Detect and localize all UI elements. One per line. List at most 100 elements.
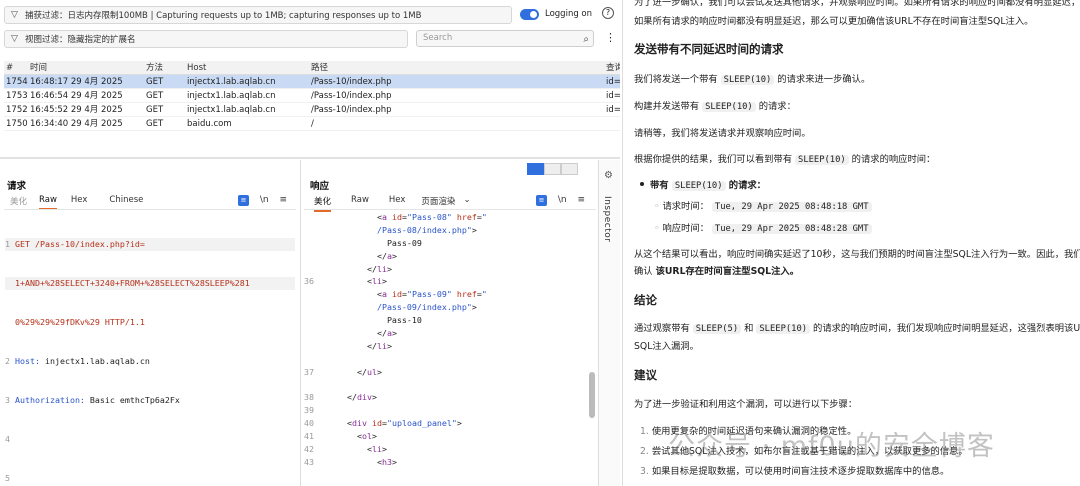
list-item: 3. 如果目标是提取数据，可以使用时间盲注技术逐步提取数据库中的信息。 [640, 466, 950, 477]
row-host: baidu.com [187, 119, 232, 129]
col-host[interactable]: Host [187, 61, 311, 74]
tab-chinese[interactable]: Chinese [109, 195, 153, 210]
row-path: /Pass-10/index.php [311, 77, 392, 87]
row-host: injectx1.lab.aqlab.cn [187, 105, 276, 115]
row-num: 1753 [6, 91, 28, 101]
table-row[interactable]: 1750 16:34:40 29 4月 2025 GET baidu.com / [4, 117, 620, 131]
line-number [301, 263, 327, 276]
paragraph: 从这个结果可以看出，响应时间确实延迟了10秒，这与我们预期的时间盲注型SQL注入… [634, 249, 1080, 260]
article-top-line-2: 如果所有请求的响应时间都没有明显延迟，那么可以更加确信该URL不存在时间盲注型S… [634, 16, 1034, 27]
line-number: 37 [304, 366, 314, 377]
menu-icon[interactable]: ≡ [578, 195, 586, 205]
capture-filter-bar[interactable]: ▽ 捕获过滤：日志内存限制100MB | Capturing requests … [4, 6, 512, 24]
section-heading: 发送带有不同延迟时间的请求 [634, 42, 784, 56]
search-icon: ⌕ [583, 34, 589, 45]
view-filter-bar[interactable]: ▽ 视图过滤：隐藏指定的扩展名 [4, 30, 408, 48]
line-number [301, 379, 327, 392]
filter-icon: ▽ [11, 34, 18, 44]
splitter[interactable] [0, 157, 620, 159]
request-toolbar: ≡ \n ≡ [238, 195, 287, 206]
code-inline: Tue, 29 Apr 2025 08:48:18 GMT [711, 202, 872, 212]
line-number: 43 [304, 456, 314, 467]
line-number: 39 [304, 405, 314, 416]
filter-icon: ▽ [11, 10, 18, 20]
response-editor[interactable]: <a id="Pass-08" href=" /Pass-08/index.ph… [301, 211, 597, 486]
row-path: /Pass-10/index.php [311, 105, 392, 115]
request-line-1: GET /Pass-10/index.php?id= [15, 239, 145, 249]
newline-icon[interactable]: \n [260, 195, 269, 205]
row-num: 1754 [6, 77, 28, 87]
table-row[interactable]: 1752 16:45:52 29 4月 2025 GET injectx1.la… [4, 103, 620, 117]
request-line-1b: 1+AND+%28SELECT+3240+FROM+%28SELECT%28SL… [15, 278, 250, 288]
header-host-value: injectx1.lab.aqlab.cn [39, 356, 150, 366]
wrap-icon[interactable]: ≡ [238, 195, 249, 206]
line-number [301, 314, 327, 327]
menu-icon[interactable]: ≡ [280, 195, 288, 205]
tab-hex[interactable]: Hex [71, 195, 110, 210]
search-input[interactable]: Search ⌕ [416, 30, 594, 47]
line-number: 40 [304, 418, 314, 429]
tab-underline-line [304, 209, 596, 210]
col-query[interactable]: 查询 [606, 61, 620, 74]
row-num: 1750 [6, 119, 28, 129]
tab-pretty[interactable]: 美化 [10, 195, 27, 210]
row-path: / [311, 119, 314, 129]
view-filter-text: 视图过滤：隐藏指定的扩展名 [25, 35, 136, 45]
response-toolbar: ≡ \n ≡ [536, 195, 585, 206]
row-time: 16:34:40 29 4月 2025 [30, 119, 123, 129]
history-table: # 时间 方法 Host 路径 查询 1754 16:48:17 29 4月 2… [4, 61, 620, 131]
paragraph: 请稍等，我们将发送请求并观察响应时间。 [634, 128, 811, 139]
header-auth-key: Authorization: [15, 395, 85, 405]
logging-toggle[interactable] [520, 9, 539, 20]
help-icon[interactable]: ? [602, 7, 614, 19]
paragraph: 通过观察带有 SLEEP(5) 和 SLEEP(10) 的请求的响应时间，我们发… [634, 323, 1080, 334]
layout-split-icon[interactable] [527, 163, 544, 175]
list-item: ◦ 响应时间： Tue, 29 Apr 2025 08:48:28 GMT [654, 220, 872, 234]
line-number [301, 327, 327, 340]
request-title: 请求 [7, 181, 27, 192]
line-number [301, 340, 327, 353]
tab-raw[interactable]: Raw [39, 195, 57, 210]
layout-horizontal-icon[interactable] [544, 163, 561, 175]
code-inline: SLEEP(5) [692, 324, 742, 334]
layout-toggle[interactable] [527, 163, 578, 175]
row-num: 1752 [6, 105, 28, 115]
request-editor[interactable]: 1 GET /Pass-10/index.php?id= 1+AND+%28SE… [5, 212, 295, 486]
paragraph: 根据你提供的结果，我们可以看到带有 SLEEP(10) 的请求的响应时间： [634, 154, 936, 165]
line-number [301, 250, 327, 263]
more-options-icon[interactable]: ⋮ [605, 31, 616, 44]
row-query: id= [606, 77, 620, 87]
paragraph: 我们将发送一个带有 SLEEP(10) 的请求来进一步确认。 [634, 74, 871, 85]
section-heading: 建议 [634, 368, 657, 382]
table-header: # 时间 方法 Host 路径 查询 [4, 61, 620, 75]
newline-icon[interactable]: \n [558, 195, 567, 205]
table-row[interactable]: 1753 16:46:54 29 4月 2025 GET injectx1.la… [4, 89, 620, 103]
capture-filter-text: 捕获过滤：日志内存限制100MB | Capturing requests up… [25, 11, 422, 21]
inspector-tab[interactable]: Inspector [602, 196, 612, 242]
search-placeholder: Search [423, 33, 453, 43]
inspector-settings-icon[interactable]: ⚙ [604, 170, 613, 181]
line-number: 38 [304, 392, 314, 403]
code-inline: Tue, 29 Apr 2025 08:48:28 GMT [711, 224, 872, 234]
row-time: 16:45:52 29 4月 2025 [30, 105, 123, 115]
request-tabs: 美化 Raw Hex Chinese [10, 195, 153, 210]
layout-vertical-icon[interactable] [561, 163, 578, 175]
row-method: GET [146, 91, 164, 101]
paragraph: SQL注入漏洞。 [634, 341, 699, 352]
col-method[interactable]: 方法 [146, 61, 187, 74]
tab-underline-line [4, 209, 296, 210]
col-num[interactable]: # [4, 61, 30, 74]
col-time[interactable]: 时间 [30, 61, 146, 74]
line-number [301, 237, 327, 250]
response-scrollbar[interactable] [589, 372, 595, 418]
col-path[interactable]: 路径 [311, 61, 606, 74]
line-number: 41 [304, 431, 314, 442]
line-number [301, 224, 327, 237]
code-inline: SLEEP(10) [702, 102, 756, 112]
row-host: injectx1.lab.aqlab.cn [187, 77, 276, 87]
article-top-line: 为了进一步确认，我们可以尝试发送其他请求，并观察响应时间。如果所有请求的响应时间… [634, 0, 1080, 8]
assistant-answer: 为了进一步确认，我们可以尝试发送其他请求，并观察响应时间。如果所有请求的响应时间… [634, 0, 1080, 486]
table-row[interactable]: 1754 16:48:17 29 4月 2025 GET injectx1.la… [4, 75, 620, 89]
wrap-icon[interactable]: ≡ [536, 195, 547, 206]
line-number: 42 [304, 444, 314, 455]
